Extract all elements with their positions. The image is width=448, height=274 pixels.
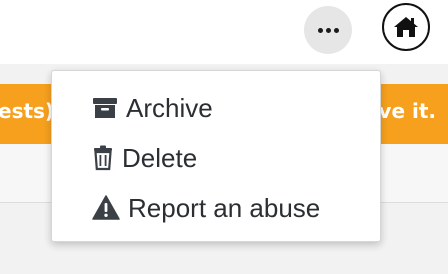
- menu-item-label: Delete: [122, 142, 198, 173]
- trash-icon: [92, 145, 114, 171]
- ellipsis-icon: [317, 27, 323, 33]
- banner-text-left: ests): [0, 99, 55, 123]
- home-icon: [394, 17, 418, 37]
- menu-item-label: Archive: [126, 92, 213, 123]
- more-options-menu: Archive Delete Report an abuse: [51, 70, 381, 242]
- page: ests) ve it. Archive Delete Report an ab…: [0, 0, 448, 274]
- home-button[interactable]: [382, 3, 430, 51]
- ellipsis-icon-dot: [333, 27, 339, 33]
- archive-icon: [92, 96, 118, 120]
- menu-item-delete[interactable]: Delete: [52, 133, 420, 183]
- top-bar: [0, 0, 448, 64]
- menu-item-report-abuse[interactable]: Report an abuse: [52, 183, 420, 233]
- menu-item-label: Report an abuse: [128, 192, 321, 223]
- more-options-button[interactable]: [304, 6, 352, 54]
- warning-icon: [92, 195, 120, 221]
- menu-item-archive[interactable]: Archive: [52, 83, 420, 133]
- ellipsis-icon-dot: [325, 27, 331, 33]
